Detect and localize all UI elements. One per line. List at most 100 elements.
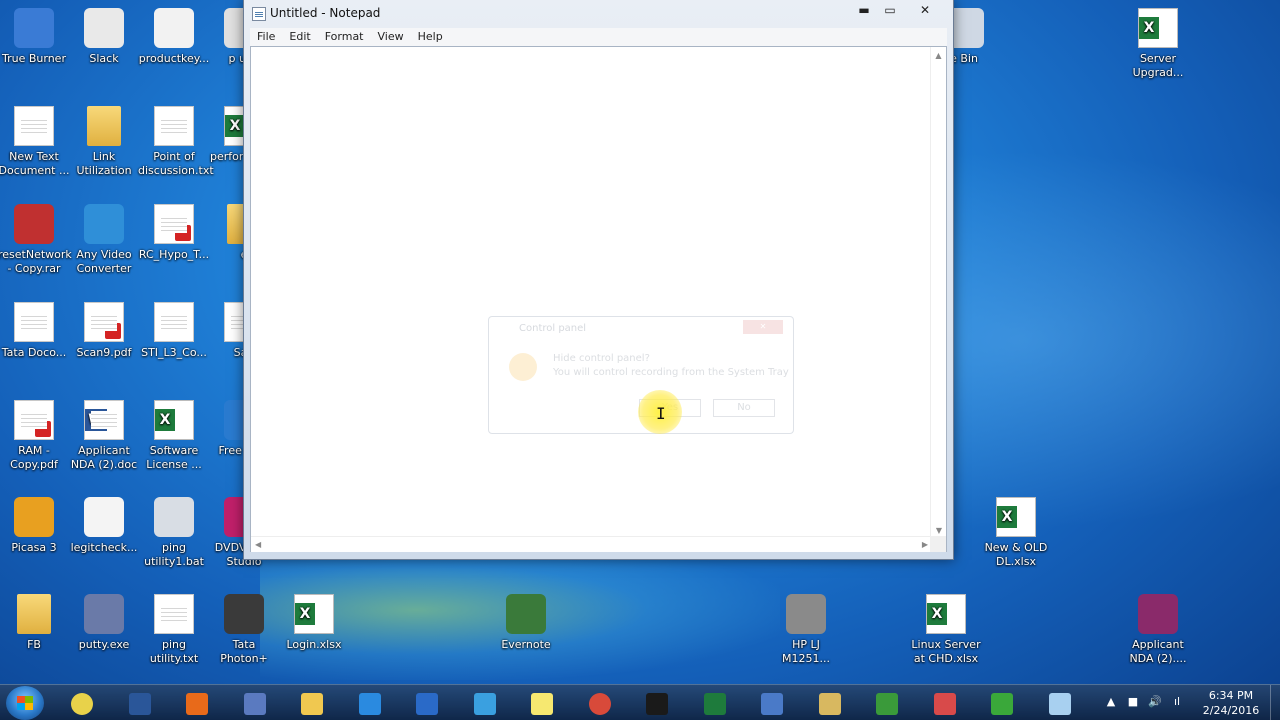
dialog-no-button[interactable]: No	[713, 399, 775, 417]
taskbar-hangouts[interactable]	[976, 687, 1028, 719]
taskbar-word[interactable]	[114, 687, 166, 719]
paint-icon	[818, 693, 841, 715]
taskbar-cmd[interactable]	[631, 687, 683, 719]
clock-date: 2/24/2016	[1202, 704, 1260, 717]
taskbar-snip[interactable]	[919, 687, 971, 719]
desktop-icon[interactable]: ping utility1.bat	[138, 497, 210, 569]
dialog-close-button[interactable]: ✕	[743, 320, 783, 334]
scroll-right-icon[interactable]: ▶	[922, 540, 928, 549]
desktop-icon[interactable]: New Text Document ...	[0, 106, 70, 178]
pdf-icon	[84, 302, 124, 342]
taskbar-network-app[interactable]	[229, 687, 281, 719]
taskbar-remote-desktop[interactable]	[746, 687, 798, 719]
desktop-icon[interactable]: New & OLD DL.xlsx	[980, 497, 1052, 569]
scroll-left-icon[interactable]: ◀	[255, 540, 261, 549]
desktop-icon[interactable]: Tata Photon+	[208, 594, 280, 666]
taskbar-excel[interactable]	[689, 687, 741, 719]
desktop-icon[interactable]: Point of discussion.txt	[138, 106, 214, 178]
desktop-icon-label: Point of discussion.txt	[138, 150, 214, 177]
tray-stop-icon[interactable]: ■	[1126, 695, 1140, 709]
desktop-icon[interactable]: ping utility.txt	[138, 594, 210, 666]
taskbar-explorer[interactable]	[286, 687, 338, 719]
menu-file[interactable]: File	[250, 28, 282, 46]
dialog-subtext: You will control recording from the Syst…	[553, 367, 789, 378]
desktop-icon-label: New Text Document ...	[0, 150, 70, 177]
desktop-icon[interactable]: Tata Doco...	[0, 302, 70, 360]
desktop-icon[interactable]: Evernote	[490, 594, 562, 652]
desktop-icon[interactable]: RAM - Copy.pdf	[0, 400, 70, 472]
text-editor-area[interactable]	[250, 46, 947, 552]
taskbar-snipping-tool[interactable]	[459, 687, 511, 719]
pdf-icon	[14, 400, 54, 440]
taskbar-internet-explorer[interactable]	[344, 687, 396, 719]
desktop-icon[interactable]: Any Video Converter	[68, 204, 140, 276]
minimize-button[interactable]: ▬	[851, 1, 877, 19]
scroll-down-icon[interactable]: ▼	[931, 526, 947, 535]
desktop-icon[interactable]: putty.exe	[68, 594, 140, 652]
taskbar-chrome-2[interactable]	[574, 687, 626, 719]
maximize-button[interactable]: ▭	[877, 1, 903, 19]
taskbar-paint[interactable]	[804, 687, 856, 719]
desktop-icon[interactable]: Link Utilization	[68, 106, 140, 178]
desktop-icon-label: True Burner	[2, 52, 66, 65]
start-button[interactable]	[6, 686, 44, 720]
taskbar-firefox[interactable]	[171, 687, 223, 719]
desktop-icon-label: FB	[27, 638, 41, 651]
notepad-icon	[1048, 693, 1071, 715]
desktop-icon[interactable]: Login.xlsx	[278, 594, 350, 652]
excel-icon	[703, 693, 726, 715]
desktop-icon[interactable]: STI_L3_Co...	[138, 302, 210, 360]
vertical-scrollbar[interactable]: ▲ ▼	[930, 47, 946, 537]
desktop-icon[interactable]: Software License ...	[138, 400, 210, 472]
desktop-icon[interactable]: Linux Server at CHD.xlsx	[910, 594, 982, 666]
size-grip[interactable]	[930, 536, 946, 552]
taskbar-notepad[interactable]	[1034, 687, 1086, 719]
desktop-icon[interactable]: Scan9.pdf	[68, 302, 140, 360]
desktop-icon[interactable]: True Burner	[0, 8, 70, 66]
desktop-icon-label: Evernote	[501, 638, 551, 651]
show-desktop-button[interactable]	[1270, 685, 1280, 720]
remote-desktop-icon	[761, 693, 783, 715]
notepad-window[interactable]: Untitled - Notepad ▬ ▭ ✕ File Edit Forma…	[243, 0, 954, 560]
desktop-icon[interactable]: FB	[0, 594, 70, 652]
desktop-icon[interactable]: Slack	[68, 8, 140, 66]
desktop-icon[interactable]: productkey...	[138, 8, 210, 66]
desktop-icon[interactable]: RC_Hypo_T...	[138, 204, 210, 262]
app-icon	[14, 204, 54, 244]
desktop-icon-label: Slack	[89, 52, 119, 65]
taskbar-sticky-notes[interactable]	[516, 687, 568, 719]
desktop-icon[interactable]: Picasa 3	[0, 497, 70, 555]
taskbar-outlook[interactable]	[401, 687, 453, 719]
menu-edit[interactable]: Edit	[282, 28, 317, 46]
internet-explorer-icon	[358, 693, 381, 715]
network-icon[interactable]: ıl	[1170, 695, 1184, 709]
notepad-title-bar[interactable]: Untitled - Notepad ▬ ▭ ✕	[244, 0, 953, 28]
desktop-icon[interactable]: Applicant NDA (2)....	[1122, 594, 1194, 666]
close-button[interactable]: ✕	[903, 1, 947, 19]
desktop-icon[interactable]: HP LJ M1251...	[770, 594, 842, 666]
explorer-icon	[301, 693, 323, 715]
desktop-icon-label: Scan9.pdf	[76, 346, 132, 359]
menu-view[interactable]: View	[371, 28, 411, 46]
desktop-icon-label: Login.xlsx	[286, 638, 342, 651]
scroll-up-icon[interactable]: ▲	[931, 51, 946, 60]
desktop-icon[interactable]: Server Upgrad...	[1122, 8, 1194, 80]
taskbar-clock[interactable]: 6:34 PM 2/24/2016	[1196, 688, 1266, 718]
taskbar-chrome[interactable]	[56, 687, 108, 719]
desktop-icon-label: ping utility1.bat	[144, 541, 204, 568]
volume-icon[interactable]: 🔊	[1148, 695, 1162, 709]
desktop-icon[interactable]: Applicant NDA (2).doc	[68, 400, 140, 472]
desktop-icon-label: Server Upgrad...	[1132, 52, 1184, 79]
doc-icon	[154, 302, 194, 342]
cmd-icon	[646, 693, 668, 715]
tray-expand-icon[interactable]: ▲	[1104, 695, 1118, 709]
horizontal-scrollbar[interactable]: ◀ ▶	[251, 536, 932, 552]
notepad-icon	[252, 7, 266, 21]
menu-format[interactable]: Format	[318, 28, 371, 46]
menu-help[interactable]: Help	[411, 28, 450, 46]
desktop-icon[interactable]: resetNetwork - Copy.rar	[0, 204, 72, 276]
taskbar-task-manager[interactable]	[861, 687, 913, 719]
desktop-icon-label: Linux Server at CHD.xlsx	[911, 638, 981, 665]
desktop-icon[interactable]: legitcheck...	[68, 497, 140, 555]
ibeam-cursor-icon: I	[656, 404, 666, 423]
